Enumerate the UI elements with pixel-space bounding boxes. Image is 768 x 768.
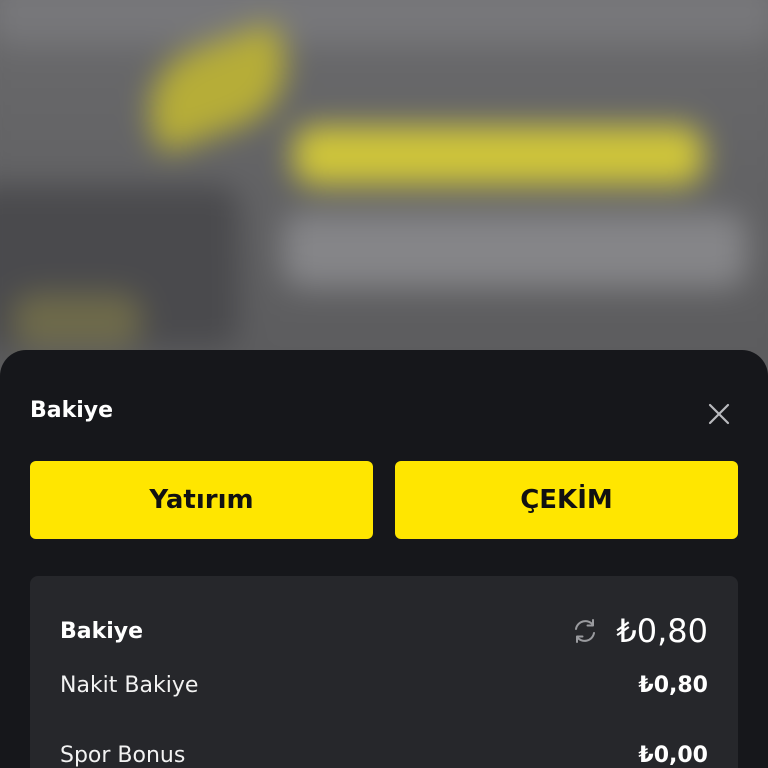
close-icon: [708, 403, 730, 425]
balance-label: Bakiye: [60, 618, 144, 644]
balance-total-amount: ₺0,80: [616, 612, 708, 650]
cash-balance-label: Nakit Bakiye: [60, 672, 199, 698]
balance-card: Bakiye ₺0,80 Nakit Bakiye ₺0,80 Spor Bon…: [30, 576, 738, 768]
app-root: Bakiye Yatırım ÇEKİM Bakiye ₺0,80 Nakit …: [0, 0, 768, 768]
balance-total-row: Bakiye ₺0,80: [60, 608, 708, 654]
cash-balance-amount: ₺0,80: [638, 672, 708, 698]
sheet-title: Bakiye: [30, 398, 114, 423]
sport-bonus-amount: ₺0,00: [638, 742, 708, 768]
withdraw-button[interactable]: ÇEKİM: [395, 461, 738, 539]
sport-bonus-label: Spor Bonus: [60, 742, 186, 768]
close-button[interactable]: [703, 398, 735, 430]
sport-bonus-row: Spor Bonus ₺0,00: [60, 738, 708, 768]
deposit-button[interactable]: Yatırım: [30, 461, 373, 539]
refresh-icon[interactable]: [570, 616, 600, 646]
cash-balance-row: Nakit Bakiye ₺0,80: [60, 668, 708, 702]
